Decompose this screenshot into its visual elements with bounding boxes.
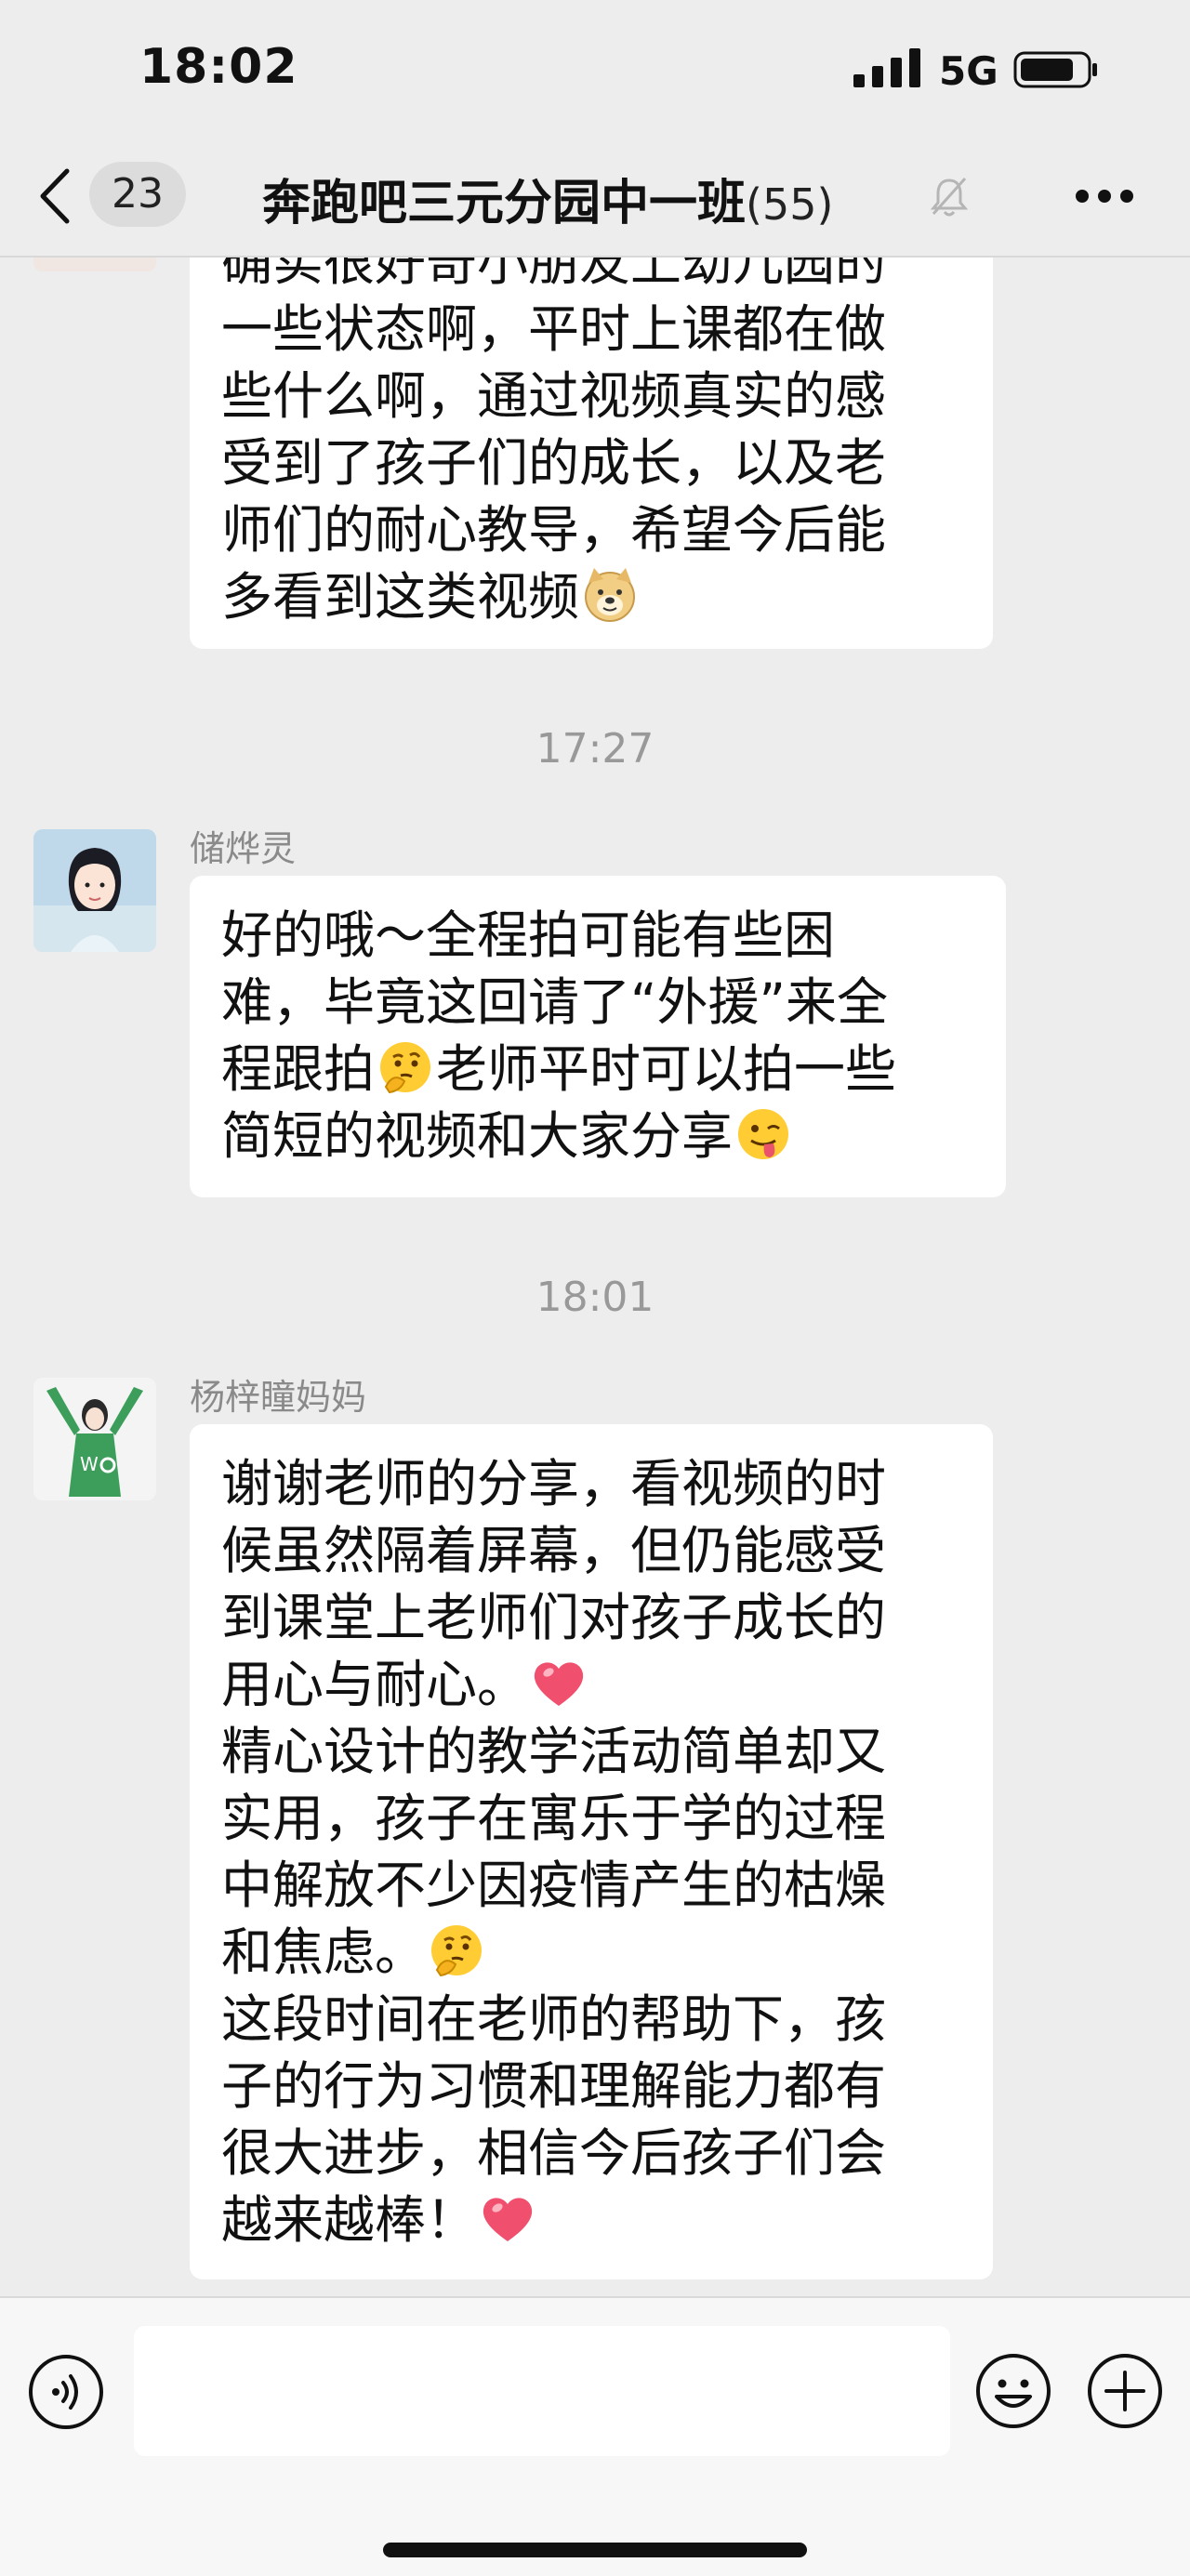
heart-emoji-icon: [483, 2198, 533, 2241]
message-line: 和焦虑。: [221, 1919, 961, 1986]
message-line: 很大进步，相信今后孩子们会: [221, 2123, 887, 2183]
message-line: 些什么啊，通过视频真实的感: [221, 366, 887, 426]
svg-text:W: W: [80, 1453, 99, 1475]
message-line: 难，毕竟这回请了“外援”来全: [221, 972, 888, 1032]
member-count: (55): [746, 179, 834, 230]
status-bar: 18:02 5G: [0, 0, 1190, 139]
message-line: 一些状态啊，平时上课都在做: [221, 299, 887, 359]
message-line: 用心与耐心。: [221, 1651, 961, 1718]
back-chevron-icon[interactable]: [35, 167, 73, 225]
message-bubble[interactable]: 确实很好奇小朋友上幼儿园的 一些状态啊，平时上课都在做 些什么啊，通过视频真实的…: [190, 195, 993, 649]
message-line: 越来越棒！: [221, 2186, 961, 2253]
emoji-picker-icon[interactable]: [974, 2352, 1052, 2430]
cellular-signal-icon: [853, 48, 920, 87]
unread-count-badge[interactable]: 23: [89, 162, 186, 227]
more-options-icon[interactable]: [1074, 188, 1135, 205]
message-bubble[interactable]: 好的哦～全程拍可能有些困 难，毕竟这回请了“外援”来全 程跟拍 老师平时可以拍一…: [190, 876, 1006, 1197]
message-line-with-emoji: 多看到这类视频: [221, 563, 961, 630]
home-indicator[interactable]: [383, 2543, 807, 2557]
chat-input-bar: [0, 2296, 1190, 2576]
winking-tongue-face-emoji-icon: [738, 1109, 789, 1159]
message-line: 好的哦～全程拍可能有些困: [221, 905, 836, 965]
message-text: 越来越棒！: [221, 2190, 478, 2250]
message-line: 子的行为习惯和理解能力都有: [221, 2056, 887, 2116]
message-line: 候虽然隔着屏幕，但仍能感受: [221, 1521, 887, 1580]
more-functions-plus-icon[interactable]: [1086, 2352, 1164, 2430]
message-line: 精心设计的教学活动简单却又: [221, 1722, 887, 1781]
message-text: 老师平时可以拍一些: [436, 1039, 897, 1099]
message-line: 受到了孩子们的成长，以及老: [221, 433, 887, 493]
message-text: 和焦虑。: [221, 1922, 427, 1982]
chat-header: 23 奔跑吧三元分园中一班(55): [0, 139, 1190, 258]
heart-emoji-icon: [534, 1662, 584, 1706]
message-text: 程跟拍: [221, 1039, 376, 1099]
message-line: 谢谢老师的分享，看视频的时: [221, 1454, 887, 1513]
sender-name: 杨梓瞳妈妈: [190, 1377, 367, 1418]
message-text: 用心与耐心。: [221, 1655, 529, 1714]
sender-avatar-image: [33, 829, 156, 952]
group-name: 奔跑吧三元分园中一班: [262, 176, 747, 231]
battery-icon: [1013, 51, 1097, 88]
message-text: 多看到这类视频: [221, 567, 580, 627]
message-timestamp: 18:01: [536, 1274, 654, 1321]
message-line: 实用，孩子在寓乐于学的过程: [221, 1789, 887, 1848]
message-text: 简短的视频和大家分享: [221, 1106, 734, 1166]
thinking-face-emoji-icon: [431, 1925, 483, 1977]
network-type: 5G: [939, 48, 998, 94]
message-line: 程跟拍 老师平时可以拍一些: [221, 1036, 974, 1103]
status-time: 18:02: [139, 39, 298, 95]
message-line: 简短的视频和大家分享: [221, 1103, 974, 1169]
avatar[interactable]: W: [33, 1378, 156, 1500]
message-line: 中解放不少因疫情产生的枯燥: [221, 1856, 887, 1915]
sender-name: 储烨灵: [190, 828, 297, 869]
thinking-face-emoji-icon: [380, 1042, 431, 1094]
message-input[interactable]: [134, 2326, 950, 2456]
message-line: 到课堂上老师们对孩子成长的: [221, 1588, 887, 1647]
chat-title[interactable]: 奔跑吧三元分园中一班(55): [262, 164, 833, 233]
voice-input-icon[interactable]: [28, 2354, 104, 2430]
avatar[interactable]: [33, 829, 156, 952]
muted-bell-icon: [930, 177, 969, 217]
sender-avatar-image: W: [33, 1378, 156, 1500]
message-bubble[interactable]: 谢谢老师的分享，看视频的时 候虽然隔着屏幕，但仍能感受 到课堂上老师们对孩子成长…: [190, 1424, 993, 2279]
message-timestamp: 17:27: [536, 725, 654, 773]
message-line: 师们的耐心教导，希望今后能: [221, 500, 887, 560]
doge-emoji-icon: [585, 568, 636, 622]
message-line: 这段时间在老师的帮助下，孩: [221, 1989, 887, 2049]
